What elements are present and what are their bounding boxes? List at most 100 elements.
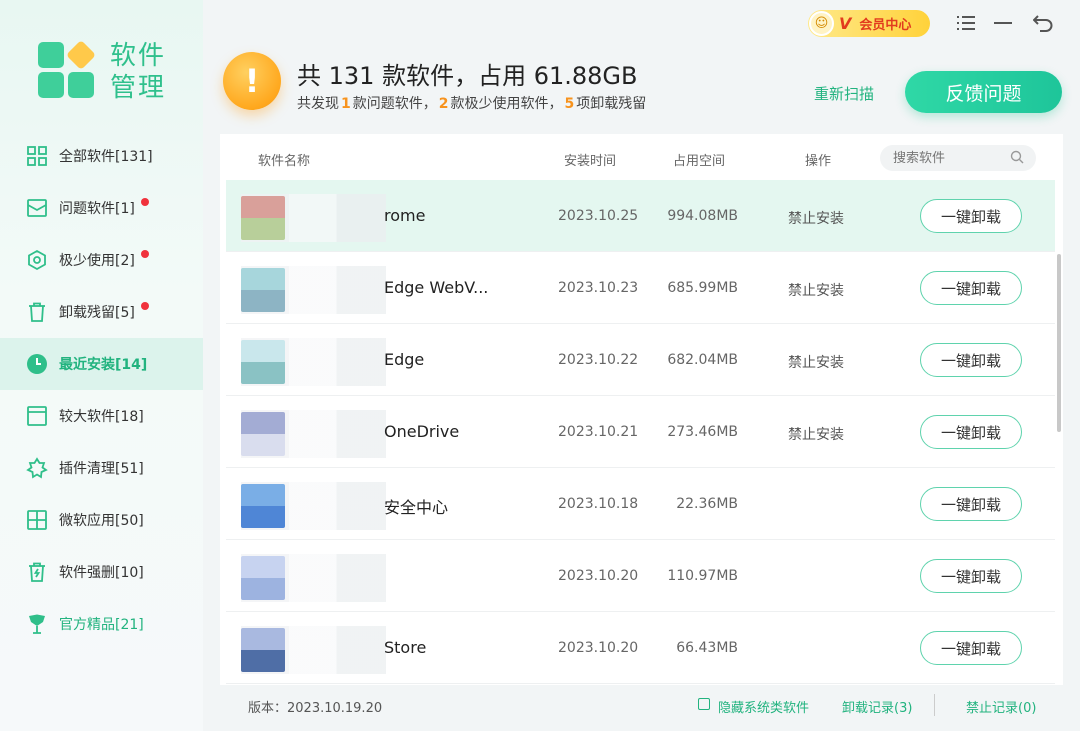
uninstall-button[interactable]: 一键卸载 [920,559,1022,593]
sidebar-item-label: 官方精品[21] [59,617,144,633]
rescan-link[interactable]: 重新扫描 [814,83,874,104]
sidebar-item-5[interactable]: 较大软件[18] [0,390,203,442]
install-date: 2023.10.25 [558,208,639,224]
residue-count: 5 [564,96,575,112]
warning-icon: ! [223,52,281,110]
app-icon [241,412,285,456]
app-title-line2: 管理 [110,73,167,103]
header-op: 操作 [805,154,832,169]
app-name: 安全中心 [384,498,449,517]
install-date: 2023.10.22 [558,352,639,368]
version-label: 版本：2023.10.19.20 [248,701,383,716]
sidebar-item-2[interactable]: 极少使用[2] [0,234,203,286]
force-delete-icon [26,561,48,583]
uninstall-button[interactable]: 一键卸载 [920,271,1022,305]
notification-dot [141,302,149,310]
table-row[interactable]: 安全中心 2023.10.18 22.36MB 一键卸载 [226,468,1055,540]
puzzle-icon [26,457,48,479]
app-icon [241,484,285,528]
vip-center-button[interactable]: ☺ V 会员中心 [808,10,930,37]
sidebar-item-7[interactable]: 微软应用[50] [0,494,203,546]
block-install-status[interactable]: 禁止安装 [788,208,844,228]
disk-size: 685.99MB [667,280,738,296]
install-date: 2023.10.20 [558,568,639,584]
trash-icon [26,301,48,323]
summary-text2: 款极少使用软件， [450,96,563,112]
back-icon[interactable] [1030,10,1056,36]
install-date: 2023.10.18 [558,496,639,512]
table-row[interactable]: Edge WebV... 2023.10.23 685.99MB 禁止安装 一键卸载 [226,252,1055,324]
uninstall-button[interactable]: 一键卸载 [920,487,1022,521]
sidebar-item-label: 问题软件[1] [59,201,135,217]
table-row[interactable]: OneDrive 2023.10.21 273.46MB 禁止安装 一键卸载 [226,396,1055,468]
minimize-icon[interactable] [990,10,1016,36]
disk-size: 273.46MB [667,424,738,440]
notification-dot [141,250,149,258]
clock-icon [26,353,48,375]
notification-dot [141,198,149,206]
header-size: 占用空间 [673,154,726,169]
summary-subtitle: 共发现 1 款问题软件， 2 款极少使用软件， 5 项卸载残留 [297,93,646,113]
search-icon[interactable] [1010,150,1024,164]
sidebar-item-label: 软件强删[10] [59,565,144,581]
hide-system-label[interactable]: 隐藏系统类软件 [718,697,809,716]
sidebar-item-label: 较大软件[18] [59,409,144,425]
uninstall-log-link[interactable]: 卸载记录(3) [842,697,912,716]
footer-divider [934,694,935,716]
ban-log-link[interactable]: 禁止记录(0) [966,697,1036,716]
grid-icon [26,145,48,167]
sidebar-item-3[interactable]: 卸载残留[5] [0,286,203,338]
menu-icon[interactable] [953,10,979,36]
app-icon [241,556,285,600]
app-title-line1: 软件 [110,41,167,71]
sidebar-nav: 全部软件[131] 问题软件[1] 极少使用[2] 卸载残留[5] 最近安装[14] 较大… [0,130,203,650]
sidebar-item-8[interactable]: 软件强删[10] [0,546,203,598]
premium-icon [26,613,48,635]
disk-size: 66.43MB [676,640,738,656]
scrollbar[interactable] [1057,254,1061,432]
vip-avatar-icon: ☺ [809,11,834,36]
app-icon [241,268,285,312]
feedback-button[interactable]: 反馈问题 [905,71,1062,113]
summary-text3: 项卸载残留 [576,96,647,112]
block-install-status[interactable]: 禁止安装 [788,352,844,372]
sidebar-item-label: 微软应用[50] [59,513,144,529]
sidebar-item-0[interactable]: 全部软件[131] [0,130,203,182]
block-install-status[interactable]: 禁止安装 [788,424,844,444]
app-name: Store [384,638,427,657]
sidebar-item-label: 最近安装[14] [59,357,148,373]
block-install-status[interactable]: 禁止安装 [788,280,844,300]
hide-system-checkbox[interactable] [698,698,710,710]
mail-icon [26,197,48,219]
sidebar-item-label: 插件清理[51] [59,461,144,477]
table-row[interactable]: Edge 2023.10.22 682.04MB 禁止安装 一键卸载 [226,324,1055,396]
window-icon [26,405,48,427]
windows-icon [26,509,48,531]
uninstall-button[interactable]: 一键卸载 [920,343,1022,377]
sidebar-item-4[interactable]: 最近安装[14] [0,338,203,390]
vip-label: 会员中心 [859,18,912,33]
uninstall-button[interactable]: 一键卸载 [920,415,1022,449]
app-name: Edge [384,350,425,369]
disk-size: 22.36MB [676,496,738,512]
sidebar-item-label: 极少使用[2] [59,253,135,269]
software-table: 软件名称 安装时间 占用空间 操作 rome 2023.10.25 994.08MB… [220,134,1063,685]
table-row[interactable]: Store 2023.10.20 66.43MB 一键卸载 [226,612,1055,684]
table-row[interactable]: rome 2023.10.25 994.08MB 禁止安装 一键卸载 [226,180,1055,252]
uninstall-button[interactable]: 一键卸载 [920,199,1022,233]
disk-size: 110.97MB [667,568,738,584]
table-header: 软件名称 安装时间 占用空间 操作 [220,134,1063,180]
uninstall-button[interactable]: 一键卸载 [920,631,1022,665]
app-name: rome [384,206,426,225]
app-logo: 软件 管理 [38,39,178,104]
summary-text1: 款问题软件， [352,96,437,112]
table-row[interactable]: 2023.10.20 110.97MB 一键卸载 [226,540,1055,612]
app-icon [241,340,285,384]
sidebar-item-6[interactable]: 插件清理[51] [0,442,203,494]
sidebar-item-1[interactable]: 问题软件[1] [0,182,203,234]
sidebar-item-9[interactable]: 官方精品[21] [0,598,203,650]
header-date: 安装时间 [564,154,617,169]
install-date: 2023.10.23 [558,280,639,296]
problem-count: 1 [341,96,351,112]
sidebar: 软件 管理 全部软件[131] 问题软件[1] 极少使用[2] 卸载残留[5] 最近安装… [0,0,203,731]
